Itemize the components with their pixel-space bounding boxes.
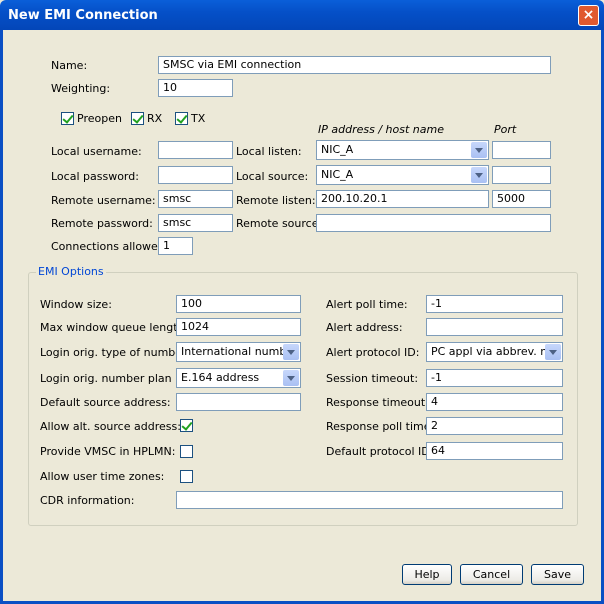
name-label: Name: [51, 59, 88, 72]
alert-address-input[interactable] [426, 318, 563, 336]
response-poll-input[interactable]: 2 [426, 417, 563, 435]
ton-select[interactable]: International number [176, 342, 301, 362]
allow-tz-checkbox[interactable] [180, 470, 193, 483]
chevron-down-icon[interactable] [471, 142, 487, 158]
local-listen-select[interactable]: NIC_A [316, 140, 489, 160]
remote-password-label: Remote password: [51, 217, 153, 230]
preopen-checkbox[interactable] [61, 112, 74, 125]
weighting-label: Weighting: [51, 82, 111, 95]
alert-protocol-select[interactable]: PC appl via abbrev. no. [426, 342, 563, 362]
remote-username-input[interactable]: smsc [158, 190, 233, 208]
provide-vmsc-checkbox[interactable] [180, 445, 193, 458]
response-timeout-input[interactable]: 4 [426, 393, 563, 411]
save-button[interactable]: Save [531, 564, 584, 585]
window-frame-left [0, 30, 3, 604]
local-password-input[interactable] [158, 166, 233, 184]
npi-label: Login orig. number plan ID: [40, 372, 191, 385]
chevron-down-icon[interactable] [283, 370, 299, 386]
allow-alt-checkbox[interactable] [180, 419, 193, 432]
default-protocol-input[interactable]: 64 [426, 442, 563, 460]
allow-tz-label: Allow user time zones: [40, 470, 165, 483]
connections-allowed-input[interactable]: 1 [158, 237, 193, 255]
preopen-label: Preopen [77, 112, 122, 125]
npi-select[interactable]: E.164 address [176, 368, 301, 388]
default-protocol-label: Default protocol ID: [326, 445, 434, 458]
alert-protocol-label: Alert protocol ID: [326, 346, 420, 359]
max-queue-input[interactable]: 1024 [176, 318, 301, 336]
local-listen-port-input[interactable] [492, 141, 551, 159]
local-source-label: Local source: [236, 170, 309, 183]
max-queue-label: Max window queue length: [40, 321, 189, 334]
local-listen-label: Local listen: [236, 145, 302, 158]
name-input[interactable]: SMSC via EMI connection [158, 56, 551, 74]
default-source-label: Default source address: [40, 396, 171, 409]
alert-address-label: Alert address: [326, 321, 403, 334]
close-button[interactable]: × [578, 5, 599, 26]
remote-listen-label: Remote listen: [236, 194, 316, 207]
allow-alt-label: Allow alt. source address: [40, 420, 181, 433]
remote-username-label: Remote username: [51, 194, 156, 207]
chevron-down-icon[interactable] [471, 167, 487, 183]
session-timeout-input[interactable]: -1 [426, 369, 563, 387]
local-password-label: Local password: [51, 170, 139, 183]
port-header: Port [494, 123, 517, 136]
response-timeout-label: Response timeout: [326, 396, 429, 409]
emi-options-label: EMI Options [36, 265, 106, 278]
cdr-input[interactable] [176, 491, 563, 509]
remote-source-label: Remote source: [236, 217, 323, 230]
help-button[interactable]: Help [402, 564, 452, 585]
window-size-input[interactable]: 100 [176, 295, 301, 313]
chevron-down-icon[interactable] [283, 344, 299, 360]
remote-password-input[interactable]: smsc [158, 214, 233, 232]
connections-allowed-label: Connections allowed: [51, 240, 169, 253]
default-source-input[interactable] [176, 393, 301, 411]
remote-listen-input[interactable]: 200.10.20.1 [316, 190, 489, 208]
local-username-label: Local username: [51, 145, 142, 158]
response-poll-label: Response poll time: [326, 420, 435, 433]
ton-label: Login orig. type of number: [40, 346, 191, 359]
alert-poll-label: Alert poll time: [326, 298, 408, 311]
window-title: New EMI Connection [8, 8, 158, 23]
cdr-label: CDR information: [40, 494, 135, 507]
local-source-port-input[interactable] [492, 166, 551, 184]
tx-label: TX [191, 112, 206, 125]
session-timeout-label: Session timeout: [326, 372, 419, 385]
provide-vmsc-label: Provide VMSC in HPLMN: [40, 445, 176, 458]
cancel-button[interactable]: Cancel [460, 564, 523, 585]
chevron-down-icon[interactable] [545, 344, 561, 360]
window-size-label: Window size: [40, 298, 112, 311]
local-source-select[interactable]: NIC_A [316, 165, 489, 185]
rx-label: RX [147, 112, 163, 125]
remote-source-input[interactable] [316, 214, 551, 232]
weighting-input[interactable]: 10 [158, 79, 233, 97]
local-username-input[interactable] [158, 141, 233, 159]
remote-listen-port-input[interactable]: 5000 [492, 190, 551, 208]
rx-checkbox[interactable] [131, 112, 144, 125]
tx-checkbox[interactable] [175, 112, 188, 125]
ip-address-header: IP address / host name [318, 123, 444, 136]
alert-poll-input[interactable]: -1 [426, 295, 563, 313]
